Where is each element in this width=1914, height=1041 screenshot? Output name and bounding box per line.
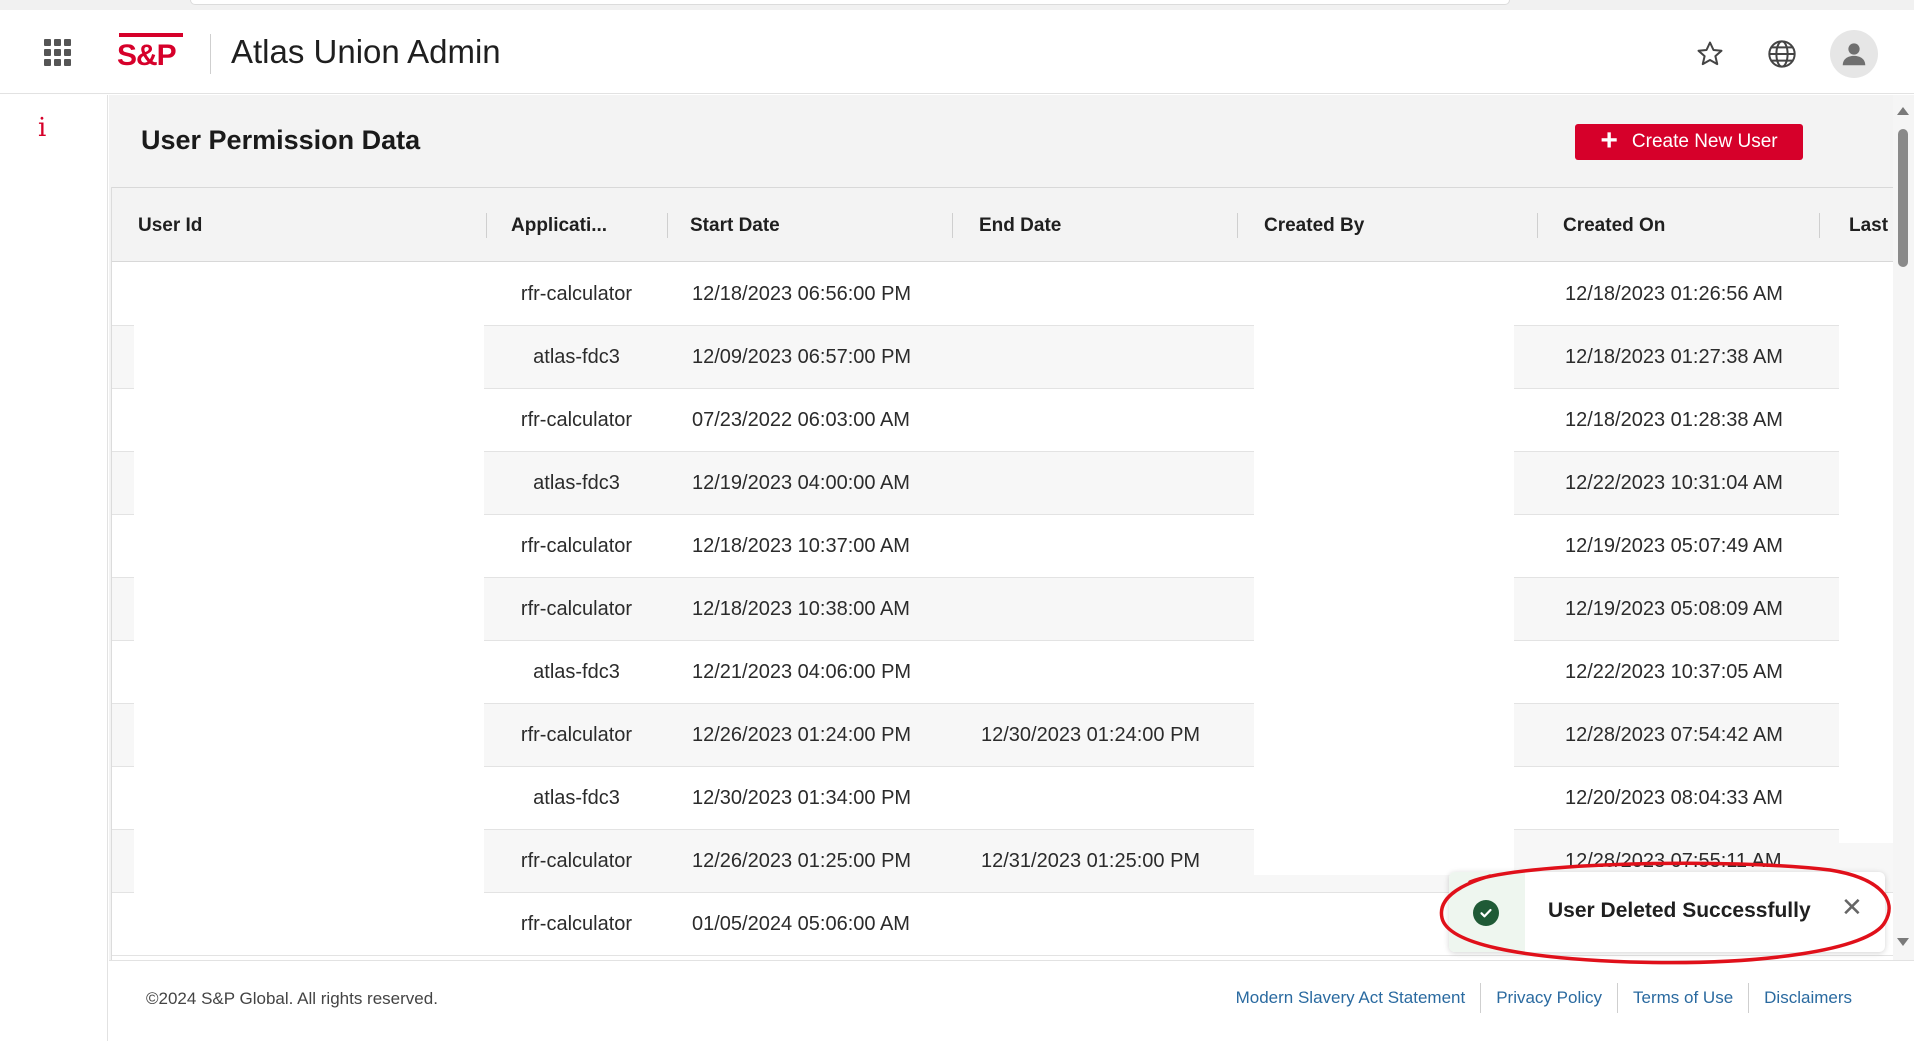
create-new-user-button[interactable]: + Create New User <box>1575 124 1803 160</box>
cell-start-date: 12/18/2023 06:56:00 PM <box>692 283 912 305</box>
cell-end-date <box>981 389 1241 452</box>
info-icon[interactable]: i <box>38 113 46 143</box>
cell-end-date <box>981 641 1241 704</box>
scroll-up-arrow-icon[interactable] <box>1897 107 1909 115</box>
cell-start-date: 12/26/2023 01:24:00 PM <box>692 724 912 746</box>
cell-application: rfr-calculator <box>520 409 633 431</box>
cell-end-date: 12/31/2023 01:25:00 PM <box>981 850 1201 872</box>
success-toast: User Deleted Successfully ✕ <box>1449 872 1885 952</box>
cell-application: rfr-calculator <box>520 850 633 872</box>
app-header: S&P Atlas Union Admin <box>0 10 1914 94</box>
footer-links: Modern Slavery Act Statement Privacy Pol… <box>1221 983 1867 1013</box>
scrollbar-thumb[interactable] <box>1898 129 1908 267</box>
terms-of-use-link[interactable]: Terms of Use <box>1618 983 1748 1013</box>
cell-application: atlas-fdc3 <box>533 661 620 683</box>
cell-end-date: 12/30/2023 01:24:00 PM <box>981 724 1201 746</box>
main-content: User Permission Data + Create New User U… <box>109 95 1894 960</box>
cell-created-on: 12/18/2023 01:26:56 AM <box>1565 283 1783 305</box>
cell-application: rfr-calculator <box>520 535 633 557</box>
cell-created-on: 12/19/2023 05:07:49 AM <box>1565 535 1783 557</box>
app-root: S&P Atlas Union Admin i User Permission … <box>0 0 1914 1041</box>
header-divider <box>210 34 211 74</box>
cell-start-date: 12/30/2023 01:34:00 PM <box>692 787 912 809</box>
cell-start-date: 12/19/2023 04:00:00 AM <box>692 472 910 494</box>
cell-start-date: 12/21/2023 04:06:00 PM <box>692 661 912 683</box>
copyright-text: ©2024 S&P Global. All rights reserved. <box>146 989 438 1008</box>
left-sidebar: i <box>0 95 108 1041</box>
cell-application: rfr-calculator <box>520 283 633 305</box>
user-permission-table: User Id Applicati... Start Date End Date… <box>111 187 1894 960</box>
cell-created-on: 12/22/2023 10:31:04 AM <box>1565 472 1783 494</box>
redacted-created-by-column <box>1254 263 1514 875</box>
cell-end-date <box>981 578 1241 641</box>
cell-end-date <box>981 326 1241 389</box>
cell-application: rfr-calculator <box>520 913 633 935</box>
cell-start-date: 12/18/2023 10:37:00 AM <box>692 535 910 557</box>
redacted-user-id-column <box>134 263 484 893</box>
cell-end-date <box>981 263 1241 326</box>
column-header-last[interactable]: Last <box>1849 188 1894 263</box>
app-launcher-grid-icon[interactable] <box>42 37 72 67</box>
privacy-policy-link[interactable]: Privacy Policy <box>1481 983 1617 1013</box>
create-new-user-label: Create New User <box>1631 131 1778 152</box>
user-avatar[interactable] <box>1830 30 1878 78</box>
scroll-down-arrow-icon[interactable] <box>1897 938 1909 946</box>
column-header-application[interactable]: Applicati... <box>511 188 636 263</box>
cell-end-date <box>981 515 1241 578</box>
cell-created-on: 12/18/2023 01:28:38 AM <box>1565 409 1783 431</box>
favorite-star-icon[interactable] <box>1688 32 1732 76</box>
logo-text: S&P <box>117 39 177 72</box>
disclaimers-link[interactable]: Disclaimers <box>1749 983 1867 1013</box>
cell-end-date <box>981 767 1241 830</box>
cell-start-date: 01/05/2024 05:06:00 AM <box>692 913 910 935</box>
column-header-end-date[interactable]: End Date <box>979 188 1179 263</box>
cell-start-date: 12/18/2023 10:38:00 AM <box>692 598 910 620</box>
column-header-created-on[interactable]: Created On <box>1563 188 1763 263</box>
cell-application: atlas-fdc3 <box>533 472 620 494</box>
address-bar-edge <box>190 0 1510 5</box>
cell-created-on: 12/19/2023 05:08:09 AM <box>1565 598 1783 620</box>
toast-close-icon[interactable]: ✕ <box>1841 894 1863 920</box>
cell-application: rfr-calculator <box>520 724 633 746</box>
cell-end-date <box>981 893 1241 956</box>
toast-message: User Deleted Successfully <box>1548 899 1811 922</box>
redacted-last-column <box>1839 263 1894 843</box>
cell-created-on: 12/18/2023 01:27:38 AM <box>1565 346 1783 368</box>
cell-application: rfr-calculator <box>520 598 633 620</box>
column-header-start-date[interactable]: Start Date <box>690 188 890 263</box>
cell-created-on: 12/28/2023 07:54:42 AM <box>1565 724 1783 746</box>
cell-created-on: 12/20/2023 08:04:33 AM <box>1565 787 1783 809</box>
table-header: User Id Applicati... Start Date End Date… <box>112 187 1894 262</box>
sp-logo[interactable]: S&P <box>117 33 185 73</box>
browser-chrome-edge <box>0 0 1914 10</box>
cell-start-date: 07/23/2022 06:03:00 AM <box>692 409 910 431</box>
page-footer: ©2024 S&P Global. All rights reserved. M… <box>109 960 1914 1041</box>
cell-end-date <box>981 452 1241 515</box>
column-header-user-id[interactable]: User Id <box>138 188 438 263</box>
cell-start-date: 12/26/2023 01:25:00 PM <box>692 850 912 872</box>
page-title: User Permission Data <box>141 125 421 155</box>
vertical-scrollbar[interactable] <box>1893 95 1914 960</box>
cell-start-date: 12/09/2023 06:57:00 PM <box>692 346 912 368</box>
app-title: Atlas Union Admin <box>231 33 501 70</box>
modern-slavery-link[interactable]: Modern Slavery Act Statement <box>1221 983 1481 1013</box>
plus-icon: + <box>1600 123 1618 157</box>
cell-application: atlas-fdc3 <box>533 346 620 368</box>
cell-application: atlas-fdc3 <box>533 787 620 809</box>
column-header-created-by[interactable]: Created By <box>1264 188 1464 263</box>
language-globe-icon[interactable] <box>1760 32 1804 76</box>
cell-created-on: 12/22/2023 10:37:05 AM <box>1565 661 1783 683</box>
check-circle-icon <box>1473 900 1499 926</box>
